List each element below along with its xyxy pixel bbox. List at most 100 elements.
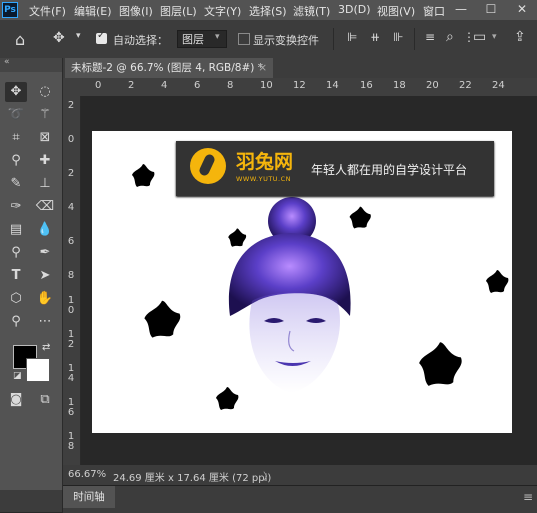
ruler-label: 4: [67, 202, 75, 213]
ruler-label: 6: [67, 236, 75, 247]
clone-stamp-tool-icon[interactable]: ⊥: [34, 174, 56, 194]
ruler-label: 8: [227, 80, 234, 91]
horizontal-ruler[interactable]: 0 2 4 6 8 10 12 14 16 18 20 22 24: [80, 78, 537, 97]
show-transform-checkbox[interactable]: [238, 33, 250, 45]
document-size: 24.69 厘米 x 17.64 厘米 (72 ppi): [113, 473, 272, 484]
more-tools-icon[interactable]: ⋯: [34, 312, 56, 332]
search-icon[interactable]: ⌕: [446, 29, 454, 45]
maximize-button[interactable]: ☐: [476, 0, 506, 20]
status-menu-arrow-icon[interactable]: 〉: [263, 468, 273, 483]
pen-tool-icon[interactable]: ✒: [34, 243, 56, 263]
dodge-tool-icon[interactable]: ⚲: [5, 243, 27, 263]
menu-image[interactable]: 图像(I): [119, 3, 153, 19]
chevron-down-icon: ▾: [215, 32, 220, 42]
chevron-down-icon[interactable]: ▾: [492, 32, 497, 42]
menu-view[interactable]: 视图(V): [377, 3, 415, 19]
screen-mode-icon[interactable]: ⧉: [34, 390, 56, 410]
tools-panel-header: «: [0, 57, 62, 72]
minimize-button[interactable]: —: [446, 0, 476, 20]
show-transform-label: 显示变换控件: [253, 34, 319, 47]
ruler-label: 2: [128, 80, 135, 91]
workspace-icon[interactable]: ▭: [473, 29, 486, 45]
ruler-label: 10: [260, 80, 273, 91]
shape-tool-icon[interactable]: ⬡: [5, 289, 27, 309]
ruler-label: 12: [293, 80, 306, 91]
brand-url: WWW.YUTU.CN: [236, 175, 292, 183]
divider: [333, 28, 334, 50]
auto-select-label: 自动选择：: [113, 34, 168, 47]
zoom-level[interactable]: 66.67%: [68, 469, 106, 480]
align-left-icon[interactable]: ⊫: [347, 30, 357, 44]
menu-3d[interactable]: 3D(D): [338, 3, 371, 16]
ruler-label: 16: [360, 80, 373, 91]
vertical-ruler[interactable]: 2 0 2 4 6 8 1 0 1 2 1 4 1 6 1 8: [63, 96, 81, 465]
zoom-tool-icon[interactable]: ⚲: [5, 312, 27, 332]
gradient-tool-icon[interactable]: ▤: [5, 220, 27, 240]
history-brush-tool-icon[interactable]: ✑: [5, 197, 27, 217]
ruler-label: 8: [67, 270, 75, 281]
ruler-label: 2: [67, 100, 75, 111]
close-tab-icon[interactable]: ×: [258, 58, 267, 78]
menu-type[interactable]: 文字(Y): [204, 3, 241, 19]
ruler-corner: [63, 78, 80, 96]
ruler-label: 1 0: [67, 295, 75, 316]
collapse-icon[interactable]: «: [4, 57, 10, 67]
auto-select-checkbox[interactable]: [96, 30, 107, 44]
close-window-button[interactable]: ✕: [507, 0, 537, 20]
default-colors-icon[interactable]: ◪: [13, 371, 22, 381]
blur-tool-icon[interactable]: 💧: [34, 220, 56, 240]
face-shading: [249, 292, 340, 393]
ruler-label: 24: [492, 80, 505, 91]
hand-tool-icon[interactable]: ✋: [34, 289, 56, 309]
brush-tool-icon[interactable]: ✎: [5, 174, 27, 194]
home-icon[interactable]: ⌂: [15, 30, 25, 49]
ruler-label: 4: [161, 80, 168, 91]
menu-select[interactable]: 选择(S): [249, 3, 287, 19]
document-tab[interactable]: 未标题-2 @ 66.7% (图层 4, RGB/8#) * ×: [65, 58, 273, 78]
magic-wand-tool-icon[interactable]: ⚚: [34, 105, 56, 125]
timeline-tab[interactable]: 时间轴: [63, 486, 115, 508]
move-tool-icon[interactable]: ✥: [5, 82, 27, 102]
eraser-tool-icon[interactable]: ⌫: [34, 197, 56, 217]
ruler-label: 1 6: [67, 397, 75, 418]
bottom-left-panel: [0, 490, 62, 512]
align-right-icon[interactable]: ⊪: [393, 30, 403, 44]
ruler-label: 14: [326, 80, 339, 91]
brand-slogan: 年轻人都在用的自学设计平台: [311, 163, 468, 177]
lasso-tool-icon[interactable]: ➰: [5, 105, 27, 125]
brand-logo-icon: [190, 148, 226, 184]
menu-filter[interactable]: 滤镜(T): [293, 3, 330, 19]
chevron-down-icon[interactable]: ▾: [76, 31, 81, 41]
quick-mask-icon[interactable]: ◙: [5, 390, 27, 410]
star-shape: [132, 164, 155, 187]
crop-tool-icon[interactable]: ⌗: [5, 128, 27, 148]
photoshop-logo: Ps: [2, 2, 18, 18]
ruler-label: 1 4: [67, 363, 75, 384]
panel-menu-icon[interactable]: ≡: [523, 490, 533, 504]
divider: [414, 28, 415, 50]
background-color-swatch[interactable]: [26, 358, 50, 382]
ruler-label: 0: [67, 134, 75, 145]
menu-edit[interactable]: 编辑(E): [74, 3, 112, 19]
menu-layer[interactable]: 图层(L): [160, 3, 197, 19]
eyedropper-tool-icon[interactable]: ⚲: [5, 151, 27, 171]
distribute-icon[interactable]: ≡: [425, 30, 435, 44]
ruler-label: 22: [459, 80, 472, 91]
marquee-tool-icon[interactable]: ◌: [34, 82, 56, 102]
star-shape: [144, 300, 181, 338]
star-shape: [228, 228, 247, 247]
status-bar: 66.67% 24.69 厘米 x 17.64 厘米 (72 ppi) 〉: [63, 465, 537, 485]
swap-colors-icon[interactable]: ⇄: [42, 342, 50, 353]
timeline-panel: [63, 485, 537, 513]
align-center-icon[interactable]: ⧺: [370, 30, 380, 44]
star-shape: [349, 206, 371, 229]
menu-window[interactable]: 窗口: [423, 3, 445, 19]
move-tool-icon[interactable]: ✥: [53, 30, 65, 46]
share-icon[interactable]: ⇪: [514, 29, 526, 45]
healing-brush-tool-icon[interactable]: ✚: [34, 151, 56, 171]
type-tool-icon[interactable]: T: [5, 266, 27, 286]
ruler-label: 1 2: [67, 329, 75, 350]
menu-file[interactable]: 文件(F): [29, 3, 66, 19]
frame-tool-icon[interactable]: ⊠: [34, 128, 56, 148]
path-selection-tool-icon[interactable]: ➤: [34, 266, 56, 286]
